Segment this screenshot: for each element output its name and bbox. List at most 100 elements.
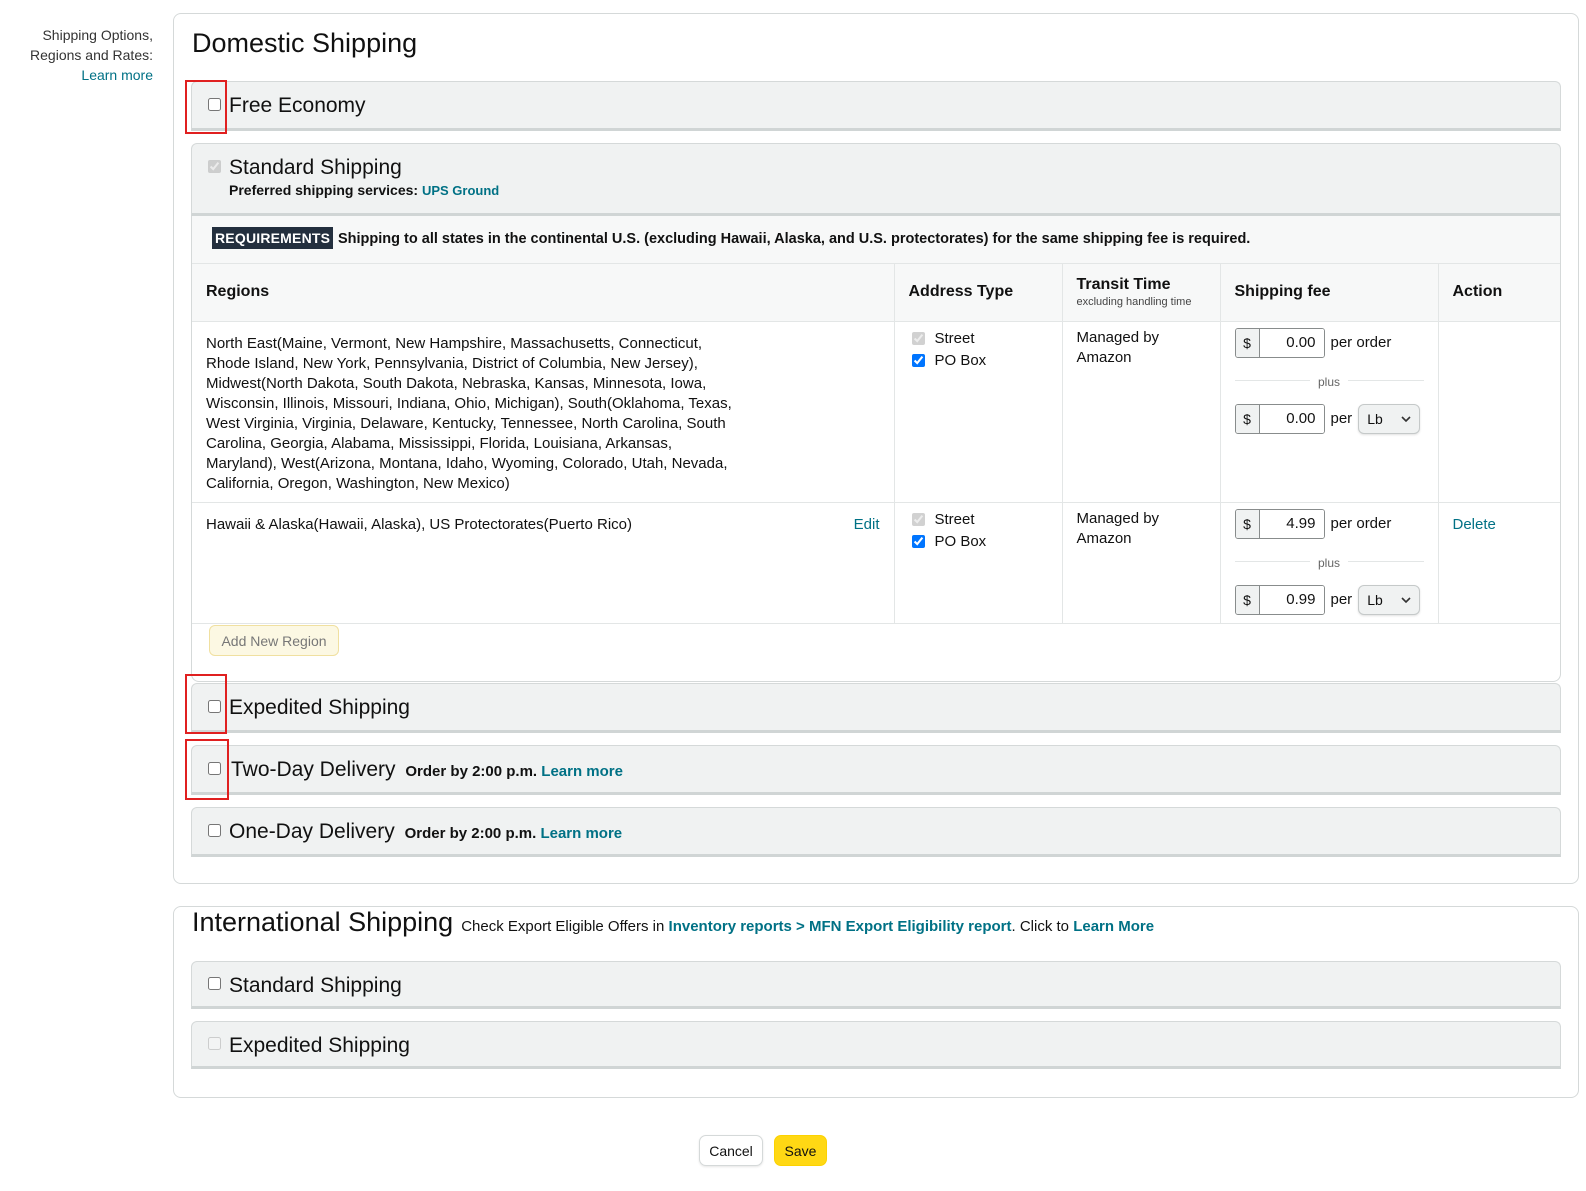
per-unit-fee-input[interactable]: $ 0.00 (1234, 403, 1325, 434)
header-shipping-fee: Shipping fee (1219, 264, 1438, 322)
street-label: Street (934, 510, 975, 528)
po-box-checkbox[interactable] (911, 354, 925, 367)
plus-label: plus (1309, 371, 1349, 392)
header-action: Action (1437, 264, 1560, 322)
add-new-region-button[interactable]: Add New Region (209, 625, 339, 656)
per-unit-fee-input[interactable]: $ 0.99 (1234, 584, 1325, 615)
two-day-learn-more-link[interactable]: Learn more (541, 763, 623, 780)
expedited-shipping-option[interactable]: Expedited Shipping (191, 683, 1561, 733)
row-regions-cell: North East(Maine, Vermont, New Hampshire… (192, 321, 895, 503)
ups-ground-link[interactable]: UPS Ground (422, 183, 499, 198)
two-day-order-by: Order by 2:00 p.m. (405, 763, 538, 780)
intl-expedited-shipping-option[interactable]: Expedited Shipping (191, 1021, 1561, 1069)
domestic-shipping-title: Domestic Shipping (192, 28, 418, 58)
international-shipping-title: International Shipping (192, 907, 454, 937)
intl-expedited-shipping-label: Expedited Shipping (229, 1034, 410, 1057)
per-unit-fee: $ 0.99 per Lb (1234, 584, 1424, 615)
standard-shipping-details: REQUIREMENTS Shipping to all states in t… (191, 216, 1561, 682)
street-label: Street (934, 329, 975, 347)
plus-divider: plus (1234, 358, 1424, 404)
one-day-delivery-checkbox[interactable] (208, 824, 221, 837)
currency-symbol: $ (1235, 404, 1260, 433)
header-transit-time-sub: excluding handling time (1076, 296, 1192, 309)
row-action-cell (1437, 321, 1560, 503)
chevron-down-icon (1401, 415, 1411, 422)
row-fee-cell: $ 0.00 per order plus $ 0.00 per Lb (1219, 321, 1438, 503)
preferred-services: Preferred shipping services: UPS Ground (229, 182, 499, 198)
standard-shipping-label: Standard Shipping (229, 156, 402, 179)
expedited-shipping-label: Expedited Shipping (229, 696, 410, 719)
currency-symbol: $ (1235, 585, 1260, 614)
street-checkbox[interactable] (911, 513, 925, 526)
per-order-fee: $ 4.99 per order (1234, 508, 1424, 539)
per-unit-fee-value[interactable]: 0.99 (1259, 585, 1324, 614)
table-row: North East(Maine, Vermont, New Hampshire… (192, 321, 1560, 503)
per-order-label: per order (1330, 514, 1392, 532)
two-day-delivery-label: Two-Day Delivery (231, 758, 396, 781)
header-transit-time-label: Transit Time (1076, 276, 1171, 294)
international-header: International Shipping Check Export Eligi… (192, 907, 1154, 938)
unit-value: Lb (1367, 591, 1383, 608)
international-learn-more-link[interactable]: Learn More (1073, 918, 1154, 935)
edit-region-link[interactable]: Edit (854, 515, 880, 535)
two-day-delivery-option[interactable]: Two-Day Delivery Order by 2:00 p.m. Lear… (191, 745, 1561, 795)
street-checkbox[interactable] (911, 332, 925, 345)
row-regions-text: Hawaii & Alaska(Hawaii, Alaska), US Prot… (206, 515, 632, 533)
row-fee-cell: $ 4.99 per order plus $ 0.99 per Lb (1219, 502, 1438, 624)
two-day-delivery-checkbox[interactable] (208, 762, 221, 775)
row-regions-cell: Hawaii & Alaska(Hawaii, Alaska), US Prot… (192, 502, 895, 624)
delete-region-link[interactable]: Delete (1453, 516, 1496, 533)
requirements-text: Shipping to all states in the continenta… (338, 231, 1251, 247)
per-order-fee-value[interactable]: 4.99 (1259, 509, 1324, 538)
currency-symbol: $ (1235, 328, 1260, 357)
one-day-learn-more-link[interactable]: Learn more (540, 825, 622, 842)
side-learn-more-link[interactable]: Learn more (0, 65, 153, 85)
per-label: per (1330, 409, 1353, 427)
one-day-delivery-option[interactable]: One-Day Delivery Order by 2:00 p.m. Lear… (191, 807, 1561, 857)
plus-divider: plus (1234, 539, 1424, 585)
per-unit-fee-value[interactable]: 0.00 (1259, 404, 1324, 433)
table-row: Hawaii & Alaska(Hawaii, Alaska), US Prot… (192, 502, 1560, 624)
per-order-fee-input[interactable]: $ 0.00 (1234, 327, 1325, 358)
intl-standard-shipping-checkbox[interactable] (208, 977, 221, 990)
mfn-export-report-link[interactable]: Inventory reports > MFN Export Eligibili… (669, 918, 1012, 935)
one-day-delivery-title: One-Day Delivery Order by 2:00 p.m. Lear… (229, 820, 622, 844)
export-note-prefix: Check Export Eligible Offers in (461, 918, 665, 935)
per-order-fee-value[interactable]: 0.00 (1259, 328, 1324, 357)
header-address-type: Address Type (893, 264, 1062, 322)
one-day-delivery-label: One-Day Delivery (229, 820, 395, 843)
one-day-delivery-note: Order by 2:00 p.m. Learn more (405, 825, 623, 842)
intl-standard-shipping-label: Standard Shipping (229, 974, 402, 997)
per-order-fee: $ 0.00 per order (1234, 327, 1424, 358)
unit-select[interactable]: Lb (1358, 584, 1421, 615)
regions-table: Regions Address Type Transit Time exclud… (192, 264, 1560, 624)
side-label-line1: Shipping Options, (42, 27, 153, 43)
po-box-option: PO Box (909, 350, 1048, 372)
free-economy-checkbox[interactable] (208, 98, 221, 111)
one-day-order-by: Order by 2:00 p.m. (404, 825, 537, 842)
unit-value: Lb (1367, 410, 1383, 427)
per-order-fee-input[interactable]: $ 4.99 (1234, 508, 1325, 539)
free-economy-option[interactable]: Free Economy (191, 81, 1561, 131)
standard-shipping-option[interactable]: Standard Shipping Preferred shipping ser… (191, 143, 1561, 216)
intl-standard-shipping-option[interactable]: Standard Shipping (191, 961, 1561, 1009)
intl-expedited-shipping-checkbox[interactable] (208, 1037, 221, 1050)
regions-table-header: Regions Address Type Transit Time exclud… (192, 264, 1560, 322)
row-address-cell: Street PO Box (893, 321, 1062, 503)
per-order-label: per order (1330, 333, 1392, 351)
header-regions: Regions (192, 264, 895, 322)
chevron-down-icon (1401, 596, 1411, 603)
per-unit-fee: $ 0.00 per Lb (1234, 403, 1424, 434)
unit-select[interactable]: Lb (1358, 403, 1421, 434)
header-transit-time: Transit Time excluding handling time (1061, 264, 1220, 322)
save-button[interactable]: Save (774, 1135, 827, 1166)
po-box-checkbox[interactable] (911, 535, 925, 548)
cancel-button[interactable]: Cancel (699, 1135, 763, 1166)
two-day-delivery-note: Order by 2:00 p.m. Learn more (405, 763, 623, 780)
expedited-shipping-checkbox[interactable] (208, 700, 221, 713)
requirements-badge: REQUIREMENTS (212, 227, 334, 249)
standard-shipping-checkbox[interactable] (208, 160, 221, 173)
per-label: per (1330, 590, 1353, 608)
row-transit-cell: Managed by Amazon (1061, 321, 1220, 503)
two-day-delivery-title: Two-Day Delivery Order by 2:00 p.m. Lear… (231, 758, 623, 782)
